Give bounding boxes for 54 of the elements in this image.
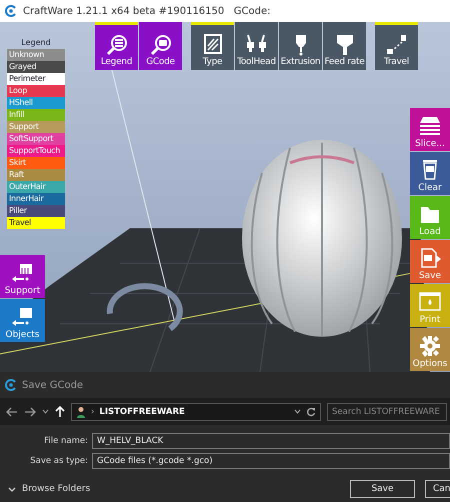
printer-window-icon (417, 291, 443, 313)
window-title: CraftWare 1.21.1 x64 beta #190116150 GCode: (23, 6, 271, 16)
chevron-down-icon[interactable] (294, 409, 301, 414)
toolbar-button[interactable]: GCode (139, 22, 182, 70)
address-bar[interactable]: › LISTOFFREEWARE (71, 402, 321, 420)
up-arrow-icon[interactable] (55, 406, 65, 418)
toolbar-button[interactable]: ToolHead (235, 22, 278, 70)
toolbar-button[interactable]: Legend (95, 22, 138, 70)
user-icon (76, 406, 86, 418)
field-label: Save as type: (29, 456, 89, 466)
legend-item: SupportTouch (7, 145, 65, 157)
app-logo-icon (5, 379, 17, 391)
toolbar-button[interactable]: Feed rate (323, 22, 366, 70)
folder-path[interactable]: LISTOFFREEWARE (99, 406, 185, 416)
toolbar-button[interactable]: Save (410, 240, 450, 283)
legend-item: Travel (7, 217, 65, 229)
legend-title: Legend (20, 38, 52, 47)
file-name-field[interactable]: W_HELV_BLACK (92, 432, 450, 448)
toolbar-button[interactable]: Travel (375, 22, 418, 70)
browse-folders-link[interactable]: Browse Folders (22, 484, 90, 494)
legend-item: InnerHair (7, 193, 65, 205)
forward-arrow-icon[interactable] (24, 406, 36, 416)
back-arrow-icon[interactable] (6, 406, 18, 416)
legend-item: Grayed (7, 61, 65, 73)
legend-item: Support (7, 121, 65, 133)
toolbar-button[interactable]: Clear (410, 152, 450, 195)
file-type-field[interactable]: GCode files (*.gcode *.gco) (92, 452, 450, 468)
legend-item: Skirt (7, 157, 65, 169)
legend-item: SoftSupport (7, 133, 65, 145)
legend-item: HShell (7, 97, 65, 109)
dialog-button[interactable]: Can (425, 480, 450, 498)
legend-item: Infill (7, 109, 65, 121)
gear-icon (417, 335, 443, 357)
slicer-icon (417, 115, 443, 137)
toolbar-button[interactable]: Extrusion (279, 22, 322, 70)
chevron-down-icon[interactable] (42, 409, 49, 414)
toolbar-button[interactable]: Objects (0, 299, 45, 342)
toolbar-button[interactable]: Support (0, 255, 45, 298)
dialog-button[interactable]: Save (350, 480, 415, 498)
breadcrumb-separator: › (91, 406, 94, 416)
legend-item: Piller (7, 205, 65, 217)
chevron-down-icon[interactable] (8, 486, 16, 492)
legend-item: OuterHair (7, 181, 65, 193)
legend-item: Unknown (7, 49, 65, 61)
field-label: File name: (43, 436, 89, 446)
dialog-title: Save GCode (22, 380, 84, 390)
legend-item: Perimeter (7, 73, 65, 85)
app-logo-icon (5, 5, 17, 17)
refresh-icon[interactable] (306, 406, 316, 416)
search-field[interactable]: Search LISTOFFREEWARE (327, 402, 447, 420)
legend-item: Loop (7, 85, 65, 97)
legend-item: Raft (7, 169, 65, 181)
toolbar-button[interactable]: Slice... (410, 108, 450, 151)
toolbar-button[interactable]: Type (191, 22, 234, 70)
